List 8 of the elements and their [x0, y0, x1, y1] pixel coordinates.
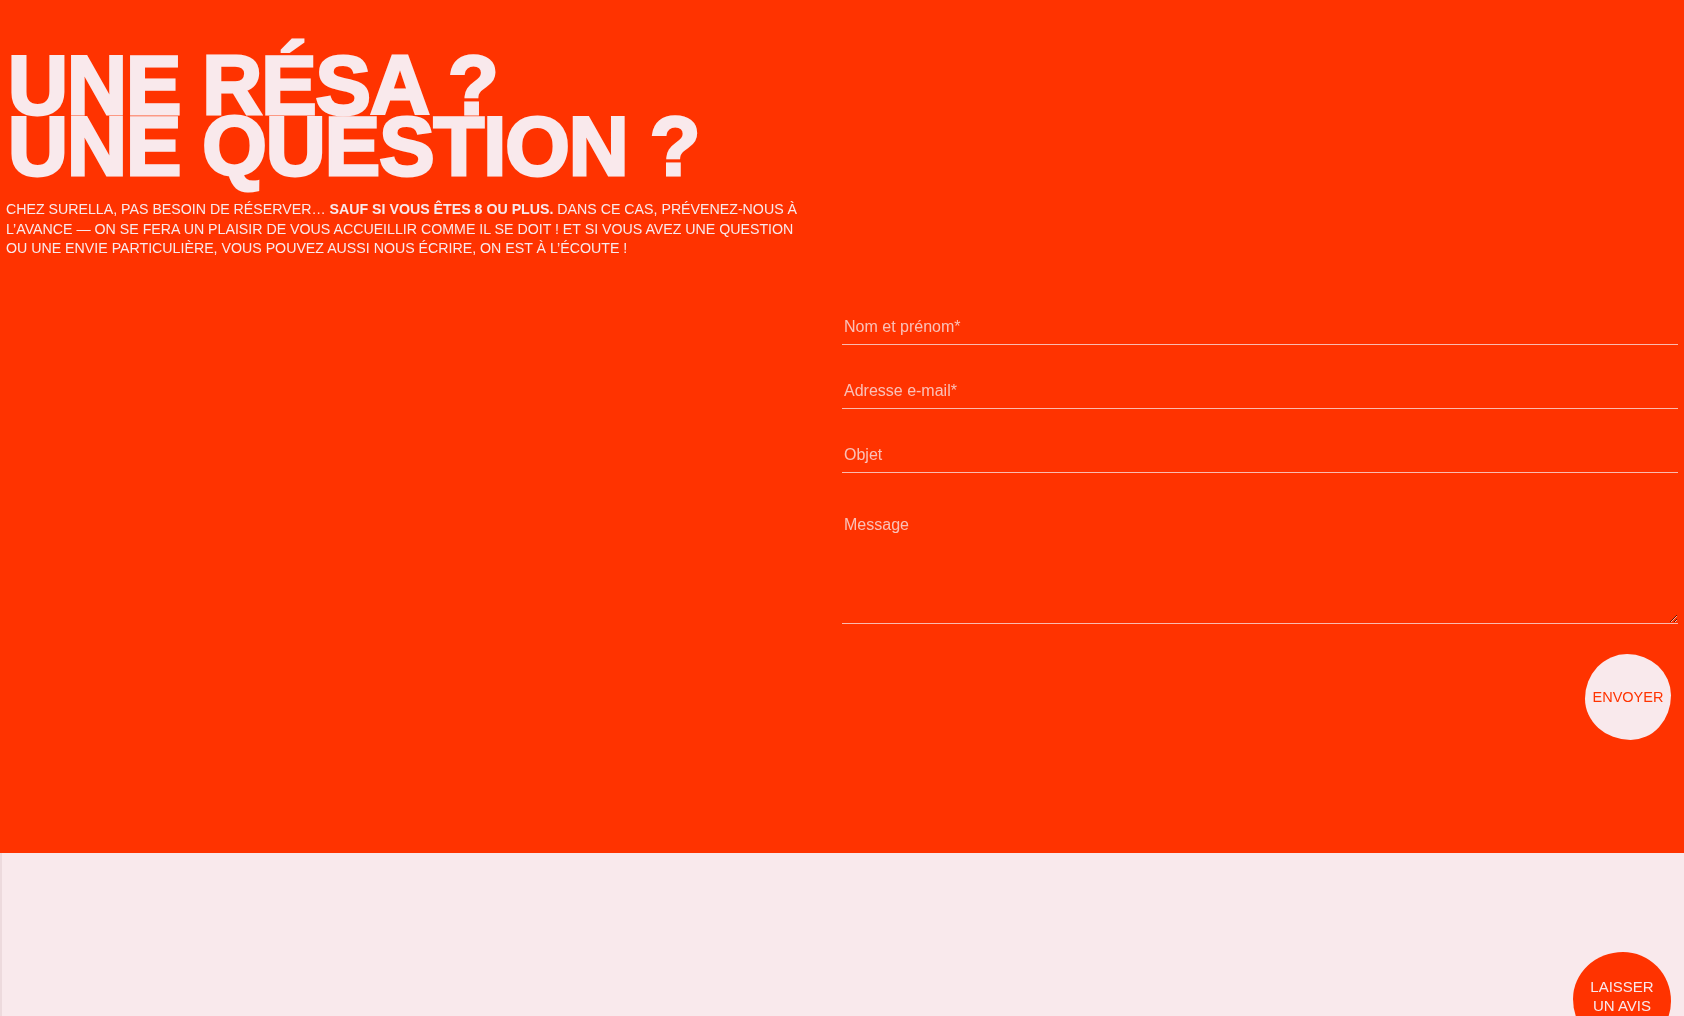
input-field[interactable]: Nom et prénom* [842, 303, 1678, 345]
send-button[interactable]: ENVOYER [1585, 653, 1671, 740]
input-field[interactable]: Adresse e-mail* [842, 367, 1678, 409]
textarea-field[interactable]: Message [842, 495, 1678, 624]
heading: UNE RÉSA ? UNE QUESTION ? [7, 38, 701, 193]
intro-text: CHEZ SURELLA, PAS BESOIN DE RÉSERVER… SAUF SI VOUS ÊTES 8 OU PLUS. DANS CE CAS, PRÉVENEZ-NOUS À L’AVANCE — ON SE FERA UN PLAISIR DE VOUS ACCUEILLIR COMME IL SE DOIT ! ET SI VOUS AVEZ UNE QUESTION OU UNE ENVIE PARTICULIÈRE, VOUS POUVEZ AUSSI NOUS ÉCRIRE, ON EST À L’ÉCOUTE ! [6, 200, 798, 258]
review-button[interactable]: LAISSER UN AVIS [1573, 952, 1671, 1016]
input-field[interactable]: Objet [842, 431, 1678, 473]
